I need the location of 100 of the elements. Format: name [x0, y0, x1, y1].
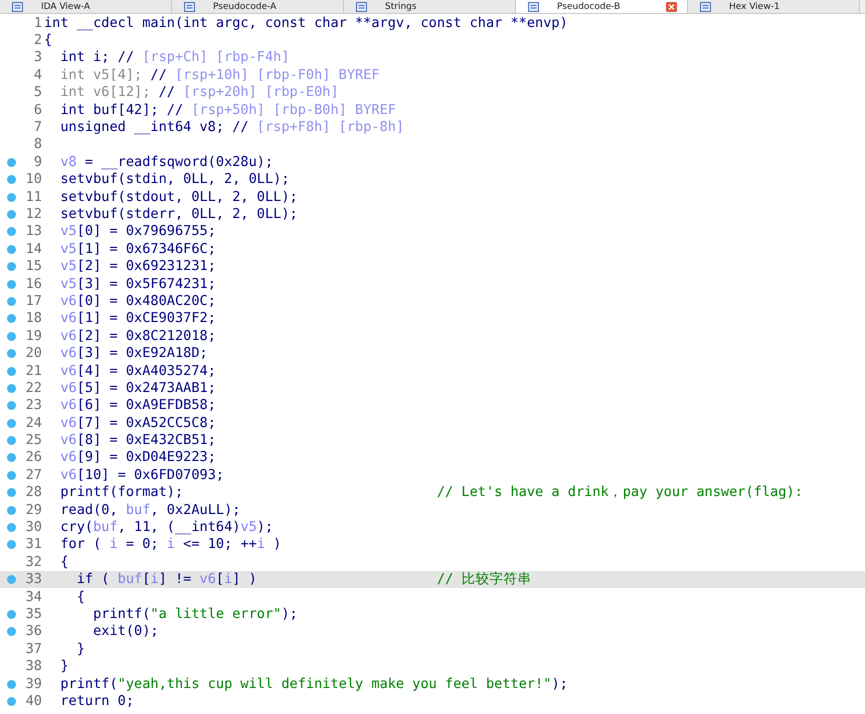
document-icon	[700, 2, 711, 12]
line-number: 10	[26, 171, 42, 188]
code-line: int v5[4]; // [rsp+10h] [rbp-F0h] BYREF	[59, 66, 380, 83]
breakpoint-dot-icon[interactable]	[7, 192, 16, 202]
line-number: 16	[26, 276, 42, 292]
breakpoint-dot-icon[interactable]	[7, 506, 16, 515]
line-number: 28	[26, 484, 42, 500]
breakpoint-dot-icon[interactable]	[7, 575, 16, 584]
breakpoint-dot-icon[interactable]	[7, 210, 16, 219]
line-number: 1	[34, 14, 42, 31]
breakpoint-dot-icon[interactable]	[7, 158, 16, 167]
line-number: 13	[26, 223, 42, 240]
breakpoint-dot-icon[interactable]	[7, 436, 16, 446]
breakpoint-dot-icon[interactable]	[7, 349, 16, 358]
breakpoint-dot-icon[interactable]	[7, 680, 16, 689]
document-icon	[12, 2, 23, 12]
line-number: 3	[34, 49, 42, 66]
breakpoint-dot-icon[interactable]	[7, 280, 16, 289]
breakpoint-dot-icon[interactable]	[7, 227, 16, 236]
line-number: 30	[26, 519, 42, 536]
editor-tab[interactable]: Pseudocode-B	[516, 0, 688, 13]
line-number: 18	[26, 310, 42, 326]
line-number: 37	[26, 640, 42, 657]
line-number: 32	[26, 554, 42, 570]
document-icon	[528, 2, 539, 12]
code-line: v6[9] = 0xD04E9223;	[59, 449, 216, 466]
breakpoint-dot-icon[interactable]	[7, 332, 16, 341]
line-number: 5	[34, 84, 42, 100]
code-line: printf("a little error");	[92, 606, 298, 622]
editor-tab[interactable]: Hex View-1	[688, 0, 860, 13]
breakpoint-dot-icon[interactable]	[7, 523, 16, 532]
code-line: {	[44, 32, 52, 48]
code-line: setvbuf(stdout, 0LL, 2, 0LL);	[59, 188, 298, 205]
code-line: if ( buf[i] != v6[i] ) // 比较字符串	[76, 570, 532, 588]
code-line: int v6[12]; // [rsp+20h] [rbp-E0h]	[59, 84, 339, 100]
code-line: v5[1] = 0x67346F6C;	[59, 240, 216, 257]
breakpoint-dot-icon[interactable]	[7, 262, 16, 272]
editor-tab[interactable]: Pseudocode-A	[172, 0, 344, 13]
code-line: v6[10] = 0x6FD07093;	[59, 466, 224, 483]
breakpoint-dot-icon[interactable]	[7, 610, 16, 619]
code-line: v6[7] = 0xA52CC5C8;	[59, 414, 216, 431]
code-line: {	[59, 554, 69, 570]
line-number: 40	[26, 692, 42, 709]
breakpoint-dot-icon[interactable]	[7, 401, 16, 410]
code-line: v6[0] = 0x480AC20C;	[59, 292, 216, 309]
line-number: 33	[26, 571, 42, 588]
close-icon[interactable]	[666, 2, 677, 12]
breakpoint-dot-icon[interactable]	[7, 696, 16, 706]
line-number: 35	[26, 606, 42, 622]
document-icon	[184, 2, 195, 12]
breakpoint-dot-icon[interactable]	[7, 314, 16, 324]
line-number: 14	[26, 240, 42, 257]
code-line: int __cdecl main(int argc, const char **argv, const char **envp)	[44, 14, 568, 31]
breakpoint-dot-icon[interactable]	[7, 384, 16, 393]
code-line: int i; // [rsp+Ch] [rbp-F4h]	[59, 49, 290, 66]
code-line: }	[59, 658, 69, 674]
code-line: printf(format); // Let's have a drink，pay your answer(flag):	[59, 483, 803, 502]
editor-tab[interactable]: Strings	[344, 0, 516, 13]
line-number: 31	[26, 536, 42, 552]
line-number: 34	[26, 588, 42, 605]
line-number: 11	[26, 188, 42, 205]
code-line: exit(0);	[92, 623, 159, 640]
line-number: 19	[26, 328, 42, 344]
line-number: 9	[34, 154, 42, 170]
breakpoint-dot-icon[interactable]	[7, 453, 16, 462]
code-line: v5[3] = 0x5F674231;	[59, 276, 216, 292]
line-number: 4	[34, 66, 42, 83]
line-number: 17	[26, 292, 42, 309]
line-number: 21	[26, 362, 42, 378]
code-line: printf("yeah,this cup will definitely make you feel better!");	[59, 676, 568, 692]
line-number: 24	[26, 414, 42, 431]
editor-tab[interactable]: IDA View-A	[0, 0, 172, 13]
line-number: 39	[26, 676, 42, 692]
breakpoint-dot-icon[interactable]	[7, 627, 16, 636]
breakpoint-dot-icon[interactable]	[7, 175, 16, 184]
breakpoint-dot-icon[interactable]	[7, 470, 16, 480]
code-line: int buf[42]; // [rsp+50h] [rbp-B0h] BYREF	[59, 102, 396, 118]
code-line: v6[1] = 0xCE9037F2;	[59, 310, 216, 326]
code-line: return 0;	[59, 692, 134, 709]
code-line: v6[6] = 0xA9EFDB58;	[59, 397, 216, 414]
code-line: }	[76, 640, 85, 657]
breakpoint-dot-icon[interactable]	[7, 366, 16, 376]
line-number: 2	[34, 32, 42, 48]
line-number: 22	[26, 380, 42, 396]
line-number: 15	[26, 258, 42, 274]
breakpoint-dot-icon[interactable]	[7, 296, 16, 306]
line-number: 26	[26, 449, 42, 466]
code-line: v5[2] = 0x69231231;	[59, 258, 216, 274]
breakpoint-dot-icon[interactable]	[7, 244, 16, 254]
breakpoint-dot-icon[interactable]	[7, 488, 16, 498]
code-line: cry(buf, 11, (__int64)v5);	[59, 519, 274, 536]
code-line: v6[2] = 0x8C212018;	[59, 328, 216, 344]
line-number: 25	[26, 432, 42, 448]
code-line: read(0, buf, 0x2AuLL);	[59, 502, 240, 518]
code-line: v8 = __readfsqword(0x28u);	[59, 154, 274, 170]
breakpoint-dot-icon[interactable]	[7, 540, 16, 550]
code-line: v6[3] = 0xE92A18D;	[59, 345, 208, 362]
breakpoint-dot-icon[interactable]	[7, 418, 16, 428]
code-line: {	[76, 588, 85, 605]
line-number: 12	[26, 206, 42, 222]
